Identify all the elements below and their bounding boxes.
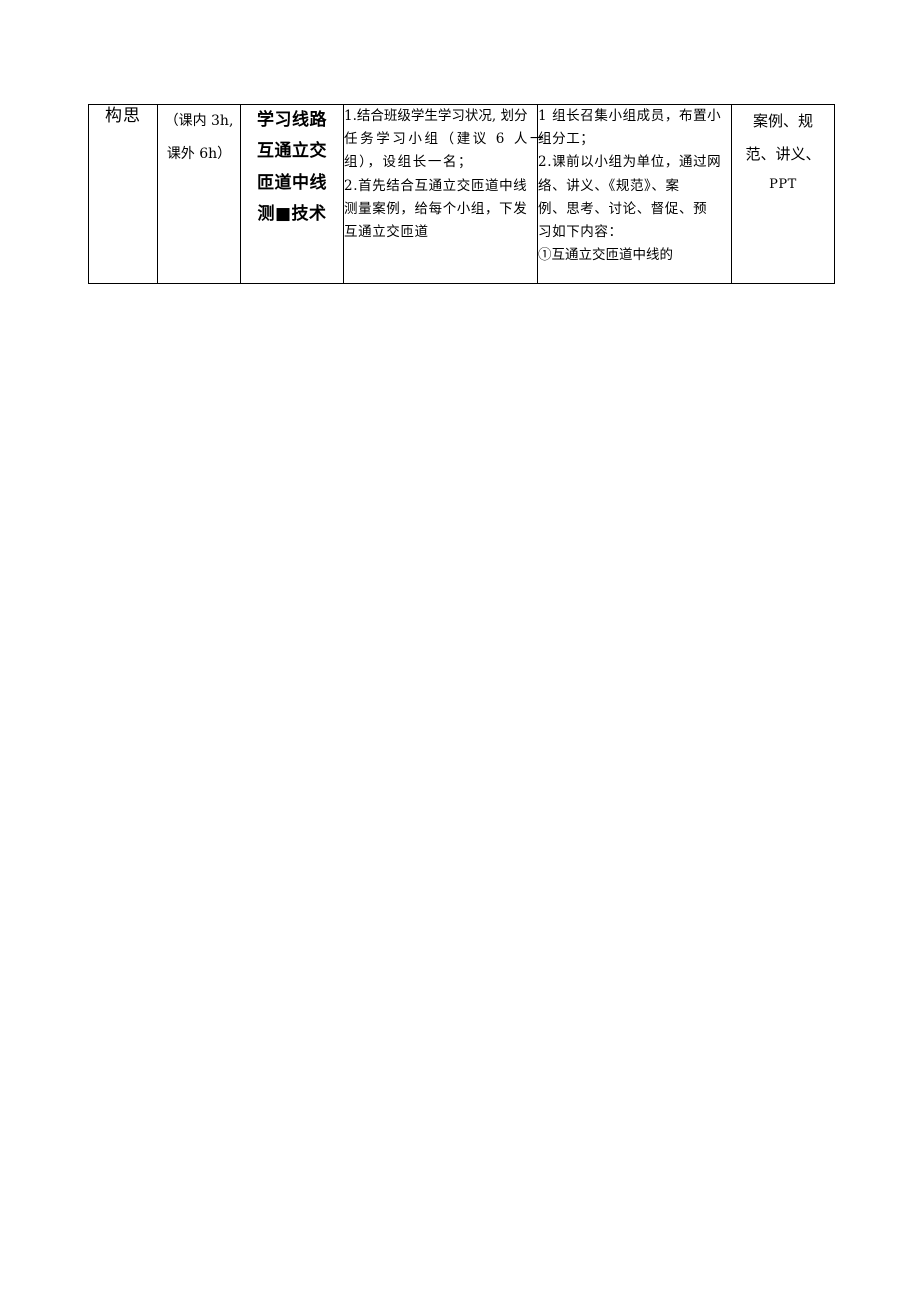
teacher-line-4: 2.首先结合互通立交匝道中线 <box>344 177 528 194</box>
teacher-line-2: 任务学习小组（建议 6 人一 <box>344 131 547 148</box>
stage-label: 构思 <box>105 106 141 126</box>
cell-student-activity: 1 组长召集小组成员，布置小 组分工； 2.课前以小组为单位，通过网 络、讲义、… <box>537 104 732 284</box>
teacher-line-6: 互通立交匝道 <box>344 224 429 241</box>
student-line-2: 组分工； <box>538 131 595 148</box>
teacher-line-3: 组），设组长一名； <box>344 154 474 171</box>
course-plan-table: 构思 （课内 3h, 课外 6h） 学习线路 互通立交 匝道中线 测■技术 1.… <box>88 104 835 284</box>
cell-stage: 构思 <box>88 104 158 284</box>
topic-line-1: 学习线路 <box>257 110 327 130</box>
student-line-1: 1 组长召集小组成员，布置小 <box>538 108 722 124</box>
document-page: 构思 （课内 3h, 课外 6h） 学习线路 互通立交 匝道中线 测■技术 1.… <box>0 0 920 1301</box>
cell-hours: （课内 3h, 课外 6h） <box>157 104 241 284</box>
student-line-7: ①互通立交匝道中线的 <box>538 247 673 264</box>
resources-line-1: 案例、规 <box>752 112 813 130</box>
teacher-line-5: 测量案例，给每个小组，下发 <box>344 200 528 217</box>
student-line-6: 习如下内容： <box>538 224 623 241</box>
student-line-5: 例、思考、讨论、督促、预 <box>538 200 708 217</box>
resources-line-3: PPT <box>769 177 797 192</box>
topic-line-3: 匝道中线 <box>257 172 327 193</box>
cell-topic: 学习线路 互通立交 匝道中线 测■技术 <box>240 104 344 284</box>
table-row: 构思 （课内 3h, 课外 6h） 学习线路 互通立交 匝道中线 测■技术 1.… <box>88 104 835 284</box>
cell-resources: 案例、规 范、讲义、 PPT <box>731 104 835 284</box>
cell-teacher-activity: 1.结合班级学生学习状况, 划分 任务学习小组（建议 6 人一 组），设组长一名… <box>343 104 547 284</box>
resources-line-2: 范、讲义、 <box>745 145 821 163</box>
hours-line-1: （课内 3h, <box>164 113 234 129</box>
teacher-line-1: 1.结合班级学生学习状况, 划分 <box>344 108 528 124</box>
topic-line-4: 测■技术 <box>257 204 327 225</box>
hours-line-2: 课外 6h） <box>166 145 232 162</box>
student-line-3: 2.课前以小组为单位，通过网 <box>538 154 722 171</box>
topic-line-2: 互通立交 <box>257 141 327 162</box>
student-line-4: 络、讲义、《规范》、案 <box>538 177 680 194</box>
